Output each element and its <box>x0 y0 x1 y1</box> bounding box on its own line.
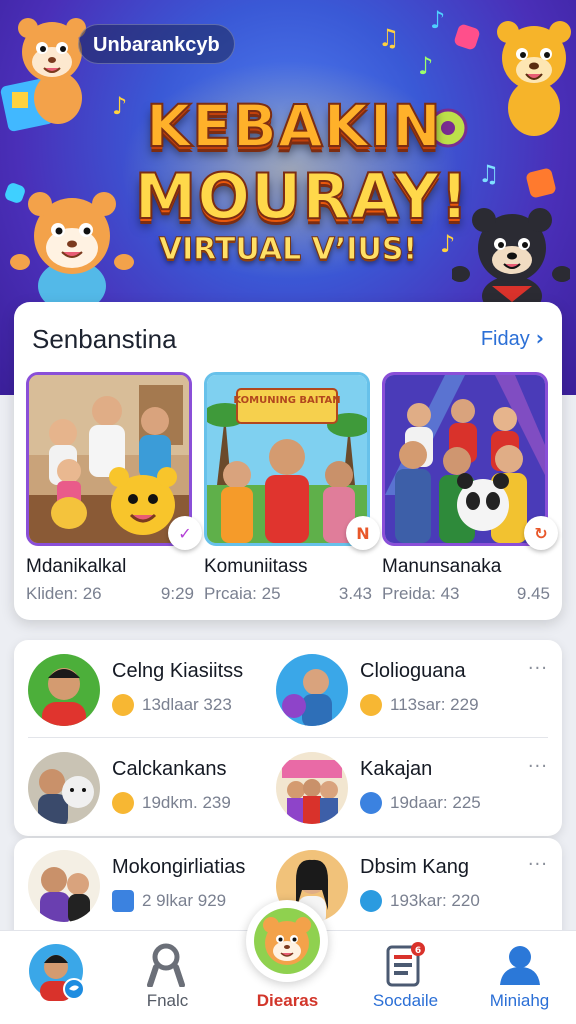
featured-item-meta: Preida: 43 9.45 <box>382 584 550 604</box>
music-note-icon: ♫ <box>378 24 400 52</box>
featured-thumbnail[interactable] <box>382 372 548 546</box>
list-item[interactable]: Calckankans 19dkm. 239 <box>28 752 298 832</box>
list-item-meta: 13dlaar 323 <box>112 694 232 716</box>
divider <box>28 737 548 738</box>
featured-item-count: Kliden: 26 <box>26 584 102 603</box>
featured-item-title: Manunsanaka <box>382 556 502 577</box>
section-title: Senbanstina <box>32 324 177 354</box>
avatar <box>276 752 348 824</box>
list-item-stat: 2 9lkar 929 <box>142 891 227 910</box>
avatar <box>28 850 100 922</box>
featured-item-title: Komuniitass <box>204 556 308 577</box>
list-item-meta: 193kar: 220 <box>360 890 480 912</box>
play-badge-icon: ↻ <box>524 516 558 550</box>
list-item-name: Mokongirliatias <box>112 856 246 878</box>
chevron-right-icon: › <box>535 326 544 350</box>
user-icon <box>500 946 540 985</box>
list-item-stat: 193kar: 220 <box>390 891 480 910</box>
featured-item[interactable]: ✓ Mdanikalkal Kliden: 26 9:29 <box>26 372 202 604</box>
chat-icon <box>360 890 382 912</box>
nav-label: Miniahg <box>489 991 550 1010</box>
featured-item[interactable]: ↻ Manunsanaka Preida: 43 9.45 <box>382 372 558 604</box>
nav-item-miniahg[interactable]: Miniahg <box>462 931 576 1024</box>
family-photo-image <box>29 375 189 543</box>
avatar <box>28 654 100 726</box>
play-badge-icon: N <box>346 516 380 550</box>
emoji-icon <box>360 792 382 814</box>
hero-title-line1: KEBAKIN <box>145 91 442 161</box>
cube-decoration <box>453 23 481 51</box>
featured-item-time: 9.45 <box>516 584 550 603</box>
emoji-icon <box>112 694 134 716</box>
list-item-meta: 2 9lkar 929 <box>112 890 226 912</box>
nav-item-socdaile[interactable]: 6 Socdaile <box>348 931 463 1024</box>
app-name-chip[interactable]: Unbarankcyb <box>78 24 235 64</box>
check-badge-icon: ✓ <box>168 516 202 550</box>
list-item-meta: 19dkm. 239 <box>112 792 231 814</box>
nav-label: Diearas <box>256 991 319 1010</box>
list-item-name: Clolioguana <box>360 660 466 682</box>
list-item-name: Calckankans <box>112 758 227 780</box>
featured-item-title: Mdanikalkal <box>26 556 127 577</box>
featured-item-meta: Prcaia: 25 3.43 <box>204 584 372 604</box>
featured-item-count: Preida: 43 <box>382 584 460 603</box>
person-icon <box>147 943 185 987</box>
list-item[interactable]: Clolioguana 113sar: 229 <box>276 654 546 734</box>
contact-list-card: ··· Celng Kiasiitss 13dlaar 323 Cloliogu… <box>14 640 562 836</box>
emoji-icon <box>360 694 382 716</box>
featured-item-meta: Kliden: 26 9:29 <box>26 584 194 604</box>
see-more-link[interactable]: Fiday › <box>481 326 544 351</box>
list-item-meta: 19daar: 225 <box>360 792 481 814</box>
list-item-name: Dbsim Kang <box>360 856 469 878</box>
group-photo-image <box>385 375 545 543</box>
hamster-mascot-icon <box>254 908 320 974</box>
banner-text: KOMUNING BAITAN <box>233 395 340 406</box>
featured-section: Senbanstina Fiday › ✓ Mdanikalkal Kliden… <box>14 302 562 620</box>
center-action-button[interactable] <box>246 900 328 982</box>
avatar <box>276 654 348 726</box>
emoji-icon <box>112 792 134 814</box>
document-icon: 6 <box>386 942 425 987</box>
featured-item[interactable]: KOMUNING BAITAN N Komuniitass Prcaia: 25… <box>204 372 380 604</box>
nav-item-fnalc[interactable]: Fnalc <box>110 931 225 1024</box>
featured-item-time: 9:29 <box>160 584 194 603</box>
list-item-name: Celng Kiasiitss <box>112 660 244 682</box>
featured-item-time: 3.43 <box>338 584 372 603</box>
list-item[interactable]: Celng Kiasiitss 13dlaar 323 <box>28 654 298 734</box>
avatar <box>28 752 100 824</box>
list-item-meta: 113sar: 229 <box>360 694 479 716</box>
svg-text:6: 6 <box>415 946 421 956</box>
nav-item-profile[interactable] <box>0 931 115 1024</box>
hero-subtitle: VIRTUAL V’IUS! <box>158 232 418 268</box>
featured-thumbnail[interactable] <box>26 372 192 546</box>
list-item-stat: 113sar: 229 <box>390 695 479 714</box>
featured-item-count: Prcaia: 25 <box>204 584 281 603</box>
profile-avatar-icon <box>29 944 85 1001</box>
community-photo-image: KOMUNING BAITAN <box>207 375 367 543</box>
hero-title-line2: MOURAY! <box>134 159 470 234</box>
list-item-stat: 13dlaar 323 <box>142 695 232 714</box>
list-item-stat: 19daar: 225 <box>390 793 481 812</box>
list-item-stat: 19dkm. 239 <box>142 793 231 812</box>
nav-label: Fnalc <box>146 991 189 1010</box>
list-item[interactable]: Kakajan 19daar: 225 <box>276 752 546 832</box>
nav-label: Socdaile <box>372 991 439 1010</box>
music-note-icon: ♪ <box>430 6 446 34</box>
music-note-icon: ♪ <box>418 52 434 80</box>
featured-thumbnail[interactable]: KOMUNING BAITAN <box>204 372 370 546</box>
list-item-name: Kakajan <box>360 758 433 780</box>
see-more-label: Fiday <box>480 328 530 350</box>
app-icon <box>112 890 134 912</box>
